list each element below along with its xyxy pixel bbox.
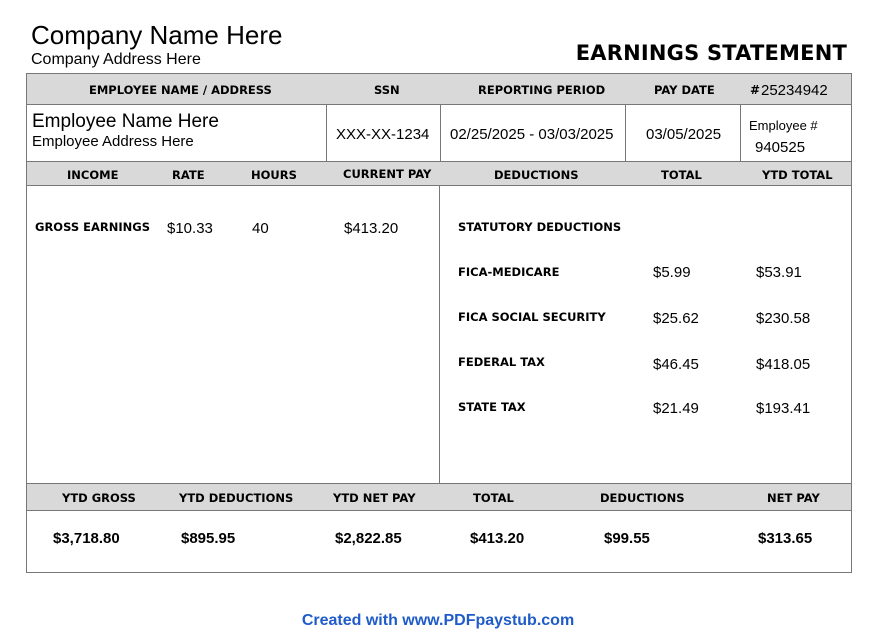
deduction-total: $25.62 (653, 310, 699, 327)
employee-column-header: EMPLOYEE NAME / ADDRESS (89, 83, 272, 97)
company-name: Company Name Here (31, 20, 283, 50)
pay-date-value: 03/05/2025 (646, 126, 722, 143)
ytd-deductions-header: YTD DEDUCTIONS (179, 491, 294, 505)
gross-earnings-label: GROSS EARNINGS (35, 220, 150, 234)
ytd-deductions-value: $895.95 (181, 530, 236, 547)
statement-title: EARNINGS STATEMENT (575, 41, 847, 65)
check-number: 25234942 (761, 82, 828, 99)
employee-name: Employee Name Here (32, 111, 219, 132)
rate-value: $10.33 (167, 220, 213, 237)
employee-address: Employee Address Here (32, 133, 194, 150)
ytd-gross-value: $3,718.80 (53, 530, 120, 547)
income-column-header: INCOME (67, 168, 119, 182)
rate-column-header: RATE (172, 168, 205, 182)
deduction-ytd: $230.58 (756, 310, 811, 327)
pay-date-column-header: PAY DATE (654, 83, 715, 97)
check-number-prefix: # (750, 83, 761, 97)
employee-number-label: Employee # (749, 118, 818, 133)
footer-credit-link[interactable]: Created with www.PDFpaystub.com (0, 612, 876, 630)
deduction-label: FICA-MEDICARE (458, 265, 560, 279)
net-pay-value: $313.65 (758, 530, 813, 547)
deduction-total: $46.45 (653, 356, 699, 373)
ytd-net-pay-header: YTD NET PAY (333, 491, 416, 505)
deduction-label: STATE TAX (458, 400, 526, 414)
earnings-deductions-divider (439, 186, 440, 483)
deduction-ytd: $193.41 (756, 400, 811, 417)
info-divider (326, 105, 327, 161)
ytd-net-pay-value: $2,822.85 (335, 530, 402, 547)
hours-column-header: HOURS (251, 168, 297, 182)
current-pay-column-header: CURRENT PAY (343, 167, 432, 181)
info-divider (740, 105, 741, 161)
current-pay-value: $413.20 (344, 220, 399, 237)
summary-header-bar (27, 483, 851, 511)
deduction-label: FICA SOCIAL SECURITY (458, 310, 606, 324)
hours-value: 40 (252, 220, 269, 237)
total-column-header: TOTAL (661, 168, 702, 182)
ssn-column-header: SSN (374, 83, 400, 97)
employee-number: 940525 (755, 139, 806, 156)
ytd-total-column-header: YTD TOTAL (762, 168, 833, 182)
deduction-total: $5.99 (653, 264, 691, 281)
deduction-ytd: $418.05 (756, 356, 811, 373)
earnings-statement-table: EMPLOYEE NAME / ADDRESS SSN REPORTING PE… (26, 73, 852, 573)
total-header: TOTAL (473, 491, 514, 505)
net-pay-header: NET PAY (767, 491, 820, 505)
reporting-period-value: 02/25/2025 - 03/03/2025 (450, 126, 614, 143)
deduction-total: $21.49 (653, 400, 699, 417)
info-divider (625, 105, 626, 161)
deductions-header: DEDUCTIONS (600, 491, 685, 505)
deduction-ytd: $53.91 (756, 264, 802, 281)
ytd-gross-header: YTD GROSS (62, 491, 136, 505)
total-value: $413.20 (470, 530, 525, 547)
info-divider (440, 105, 441, 161)
earnings-header-bar (27, 161, 851, 186)
statutory-deductions-label: STATUTORY DEDUCTIONS (458, 220, 622, 234)
deductions-column-header: DEDUCTIONS (494, 168, 579, 182)
deductions-value: $99.55 (604, 530, 650, 547)
company-address: Company Address Here (31, 51, 201, 68)
ssn-value: XXX-XX-1234 (336, 126, 430, 143)
reporting-period-column-header: REPORTING PERIOD (478, 83, 606, 97)
deduction-label: FEDERAL TAX (458, 355, 545, 369)
